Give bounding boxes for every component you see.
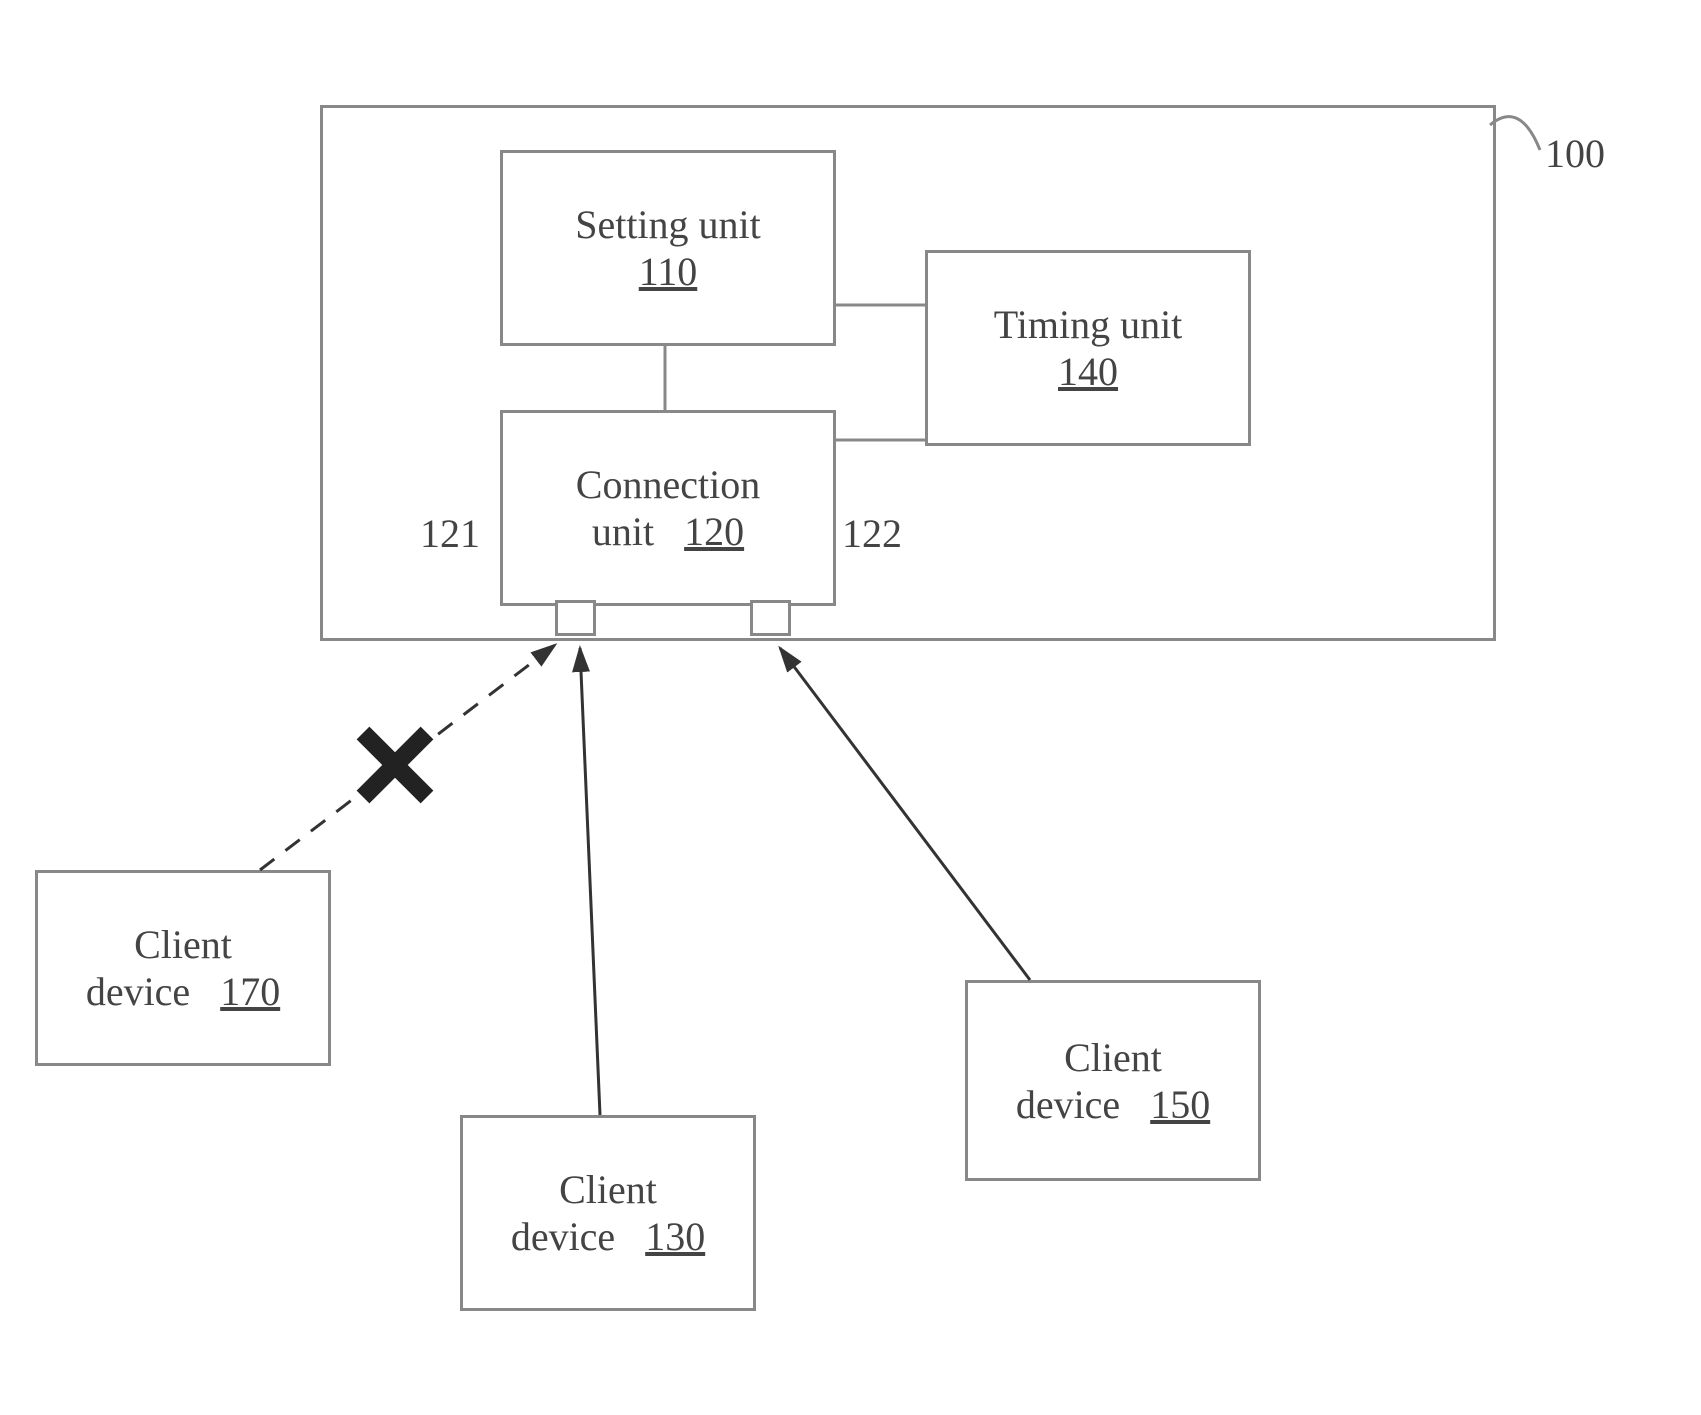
client-150-box: Client device 150 bbox=[965, 980, 1261, 1181]
setting-unit-box: Setting unit 110 bbox=[500, 150, 836, 346]
client-170-label1: Client bbox=[134, 921, 232, 968]
client-130-ref: 130 bbox=[645, 1214, 705, 1259]
client-150-label1: Client bbox=[1064, 1034, 1162, 1081]
arrow-client170-to-port121 bbox=[260, 645, 555, 870]
port-122 bbox=[750, 600, 791, 636]
timing-unit-box: Timing unit 140 bbox=[925, 250, 1251, 446]
port-121 bbox=[555, 600, 596, 636]
client-130-box: Client device 130 bbox=[460, 1115, 756, 1311]
timing-unit-ref: 140 bbox=[1058, 349, 1118, 394]
client-150-ref: 150 bbox=[1150, 1082, 1210, 1127]
setting-unit-label: Setting unit bbox=[575, 201, 761, 248]
client-170-ref: 170 bbox=[220, 969, 280, 1014]
client-130-label1: Client bbox=[559, 1166, 657, 1213]
ref-100: 100 bbox=[1545, 130, 1605, 177]
arrow-client150-to-port122 bbox=[780, 648, 1030, 980]
connection-unit-label1: Connection bbox=[576, 461, 760, 508]
container-100 bbox=[320, 105, 1496, 641]
ref-122: 122 bbox=[842, 510, 902, 557]
client-170-label2: device bbox=[86, 969, 190, 1014]
timing-unit-label: Timing unit bbox=[994, 301, 1183, 348]
connection-unit-label2: unit bbox=[592, 509, 654, 554]
connection-unit-box: Connection unit 120 bbox=[500, 410, 836, 606]
connection-unit-ref: 120 bbox=[684, 509, 744, 554]
setting-unit-ref: 110 bbox=[639, 249, 698, 294]
client-170-box: Client device 170 bbox=[35, 870, 331, 1066]
arrow-client130-to-port121 bbox=[580, 648, 600, 1115]
x-mark-blocked bbox=[363, 733, 427, 797]
client-150-label2: device bbox=[1016, 1082, 1120, 1127]
client-130-label2: device bbox=[511, 1214, 615, 1259]
ref-121: 121 bbox=[420, 510, 480, 557]
